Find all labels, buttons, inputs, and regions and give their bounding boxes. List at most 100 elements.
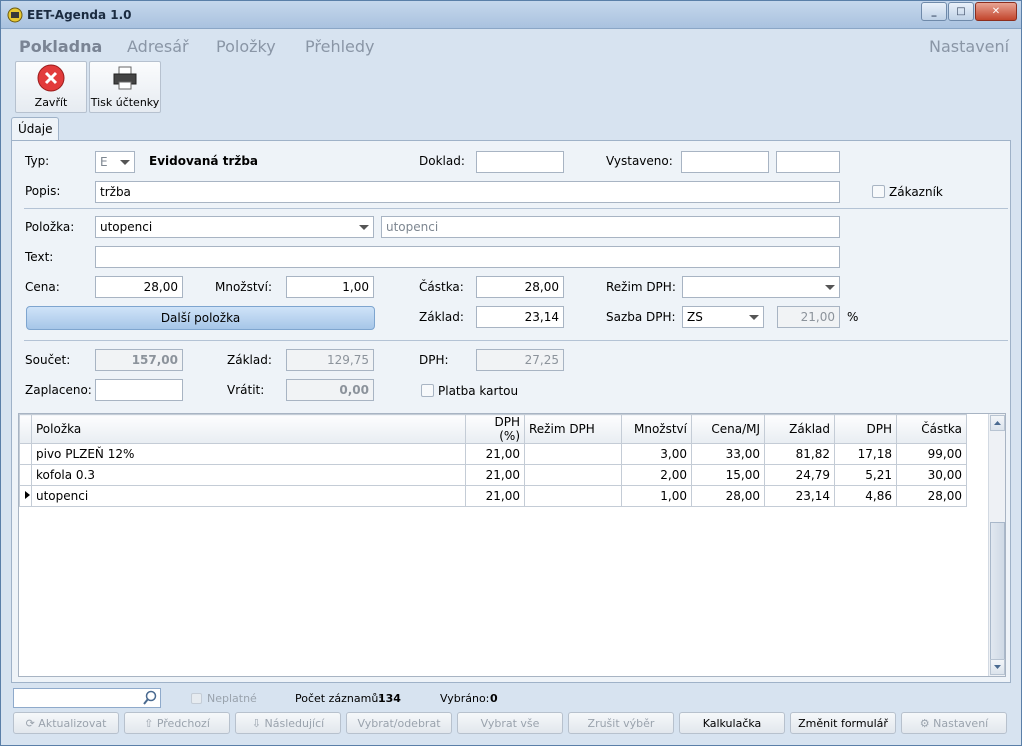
close-button[interactable]: Zavřít xyxy=(15,61,87,113)
cell-zaklad[interactable]: 81,82 xyxy=(764,443,835,465)
clear-selection-button[interactable]: Zrušit výběr xyxy=(568,712,674,734)
menu-nastaveni[interactable]: Nastavení xyxy=(929,37,1009,56)
column-header[interactable]: Částka xyxy=(896,414,967,444)
cell-cena[interactable]: 15,00 xyxy=(691,464,765,486)
column-header[interactable]: Režim DPH xyxy=(524,414,622,444)
close-window-button[interactable]: ✕ xyxy=(975,2,1017,21)
refresh-button[interactable]: ⟳ Aktualizovat xyxy=(13,712,119,734)
mnozstvi-input[interactable]: 1,00 xyxy=(286,276,374,298)
menu-polozky[interactable]: Položky xyxy=(216,37,276,56)
castka-input[interactable]: 28,00 xyxy=(476,276,564,298)
app-logo-icon xyxy=(7,7,23,23)
print-receipt-button[interactable]: Tisk účtenky xyxy=(89,61,161,113)
next-button[interactable]: ⇩ Následující xyxy=(235,712,341,734)
rezim-dph-select[interactable] xyxy=(682,276,840,298)
cell-zaklad[interactable]: 24,79 xyxy=(764,464,835,486)
selected-count-value: 0 xyxy=(490,692,498,705)
cell-dph-pct[interactable]: 21,00 xyxy=(465,443,525,465)
zaklad-input[interactable]: 23,14 xyxy=(476,306,564,328)
cell-polozka[interactable]: utopenci xyxy=(31,485,466,507)
row-indicator xyxy=(19,485,32,507)
cell-dph-pct[interactable]: 21,00 xyxy=(465,464,525,486)
column-header[interactable]: DPH xyxy=(834,414,897,444)
table-row[interactable]: pivo PLZEŇ 12% 21,00 3,00 33,00 81,82 17… xyxy=(19,443,967,465)
text-input[interactable] xyxy=(95,246,840,268)
previous-button[interactable]: ⇧ Předchozí xyxy=(124,712,230,734)
divider xyxy=(24,208,1008,209)
arrow-down-icon: ⇩ xyxy=(251,717,261,730)
cell-castka[interactable]: 28,00 xyxy=(896,485,967,507)
divider xyxy=(24,340,1008,341)
scroll-thumb[interactable] xyxy=(990,522,1005,660)
next-item-button[interactable]: Další položka xyxy=(26,306,375,330)
menu-adresar[interactable]: Adresář xyxy=(127,37,189,56)
soucet-field: 157,00 xyxy=(95,349,183,371)
cell-polozka[interactable]: kofola 0.3 xyxy=(31,464,466,486)
cell-cena[interactable]: 28,00 xyxy=(691,485,765,507)
items-grid: Položka DPH (%) Režim DPH Množství Cena/… xyxy=(18,413,1006,677)
soucet-label: Součet: xyxy=(25,353,71,367)
cell-rezim[interactable] xyxy=(524,485,622,507)
column-header[interactable]: Základ xyxy=(764,414,835,444)
maximize-button[interactable]: □ xyxy=(948,2,974,21)
cell-castka[interactable]: 99,00 xyxy=(896,443,967,465)
zakaznik-checkbox[interactable] xyxy=(872,185,885,198)
cell-rezim[interactable] xyxy=(524,443,622,465)
cell-dph[interactable]: 17,18 xyxy=(834,443,897,465)
table-row[interactable]: kofola 0.3 21,00 2,00 15,00 24,79 5,21 3… xyxy=(19,464,967,486)
column-header[interactable]: DPH (%) xyxy=(465,414,525,444)
platba-kartou-checkbox[interactable] xyxy=(421,384,434,397)
vystaveno-time-input[interactable] xyxy=(776,151,840,173)
change-form-button[interactable]: Změnit formulář xyxy=(790,712,896,734)
popis-input[interactable]: tržba xyxy=(95,181,840,203)
zaplaceno-label: Zaplaceno: xyxy=(25,383,92,397)
tab-udaje[interactable]: Údaje xyxy=(11,117,59,141)
menu-prehledy[interactable]: Přehledy xyxy=(305,37,375,56)
column-header[interactable]: Množství xyxy=(621,414,692,444)
rezim-dph-label: Režim DPH: xyxy=(606,280,676,294)
search-icon[interactable] xyxy=(142,690,158,706)
zaklad-total-field: 129,75 xyxy=(286,349,374,371)
previous-button-label: Předchozí xyxy=(156,717,210,730)
platba-kartou-label: Platba kartou xyxy=(438,384,519,398)
cell-mnozstvi[interactable]: 2,00 xyxy=(621,464,692,486)
calculator-button[interactable]: Kalkulačka xyxy=(679,712,785,734)
zaplaceno-input[interactable] xyxy=(95,379,183,401)
sazba-dph-select[interactable]: ZS xyxy=(682,306,764,328)
polozka-select[interactable]: utopenci xyxy=(95,216,374,238)
select-all-button[interactable]: Vybrat vše xyxy=(457,712,563,734)
grid-scrollbar[interactable] xyxy=(988,414,1005,676)
cell-dph[interactable]: 4,86 xyxy=(834,485,897,507)
record-count-label: Počet záznamů: xyxy=(295,692,382,705)
cell-castka[interactable]: 30,00 xyxy=(896,464,967,486)
scroll-down-button[interactable] xyxy=(990,659,1005,675)
doklad-input[interactable] xyxy=(476,151,564,173)
cell-cena[interactable]: 33,00 xyxy=(691,443,765,465)
typ-description: Evidovaná tržba xyxy=(149,154,259,168)
cell-zaklad[interactable]: 23,14 xyxy=(764,485,835,507)
table-row[interactable]: utopenci 21,00 1,00 28,00 23,14 4,86 28,… xyxy=(19,485,967,507)
scroll-up-button[interactable] xyxy=(990,415,1005,431)
column-header[interactable]: Položka xyxy=(31,414,466,444)
cell-rezim[interactable] xyxy=(524,464,622,486)
vystaveno-date-input[interactable] xyxy=(681,151,769,173)
settings-button[interactable]: ⚙ Nastavení xyxy=(901,712,1007,734)
menu-pokladna[interactable]: Pokladna xyxy=(19,37,102,56)
search-input[interactable] xyxy=(13,688,161,708)
typ-label: Typ: xyxy=(25,154,50,168)
cell-dph-pct[interactable]: 21,00 xyxy=(465,485,525,507)
sazba-dph-value: ZS xyxy=(687,310,703,324)
cell-polozka[interactable]: pivo PLZEŇ 12% xyxy=(31,443,466,465)
select-toggle-button[interactable]: Vybrat/odebrat xyxy=(346,712,452,734)
app-window: EET-Agenda 1.0 _ □ ✕ Pokladna Adresář Po… xyxy=(0,0,1022,746)
cell-dph[interactable]: 5,21 xyxy=(834,464,897,486)
polozka-name-field[interactable]: utopenci xyxy=(381,216,840,238)
cena-input[interactable]: 28,00 xyxy=(95,276,183,298)
neplatne-checkbox[interactable] xyxy=(191,693,202,704)
cell-mnozstvi[interactable]: 1,00 xyxy=(621,485,692,507)
minimize-button[interactable]: _ xyxy=(921,2,947,21)
cell-mnozstvi[interactable]: 3,00 xyxy=(621,443,692,465)
column-header[interactable]: Cena/MJ xyxy=(691,414,765,444)
typ-select[interactable]: E xyxy=(95,151,135,173)
zaklad-total-label: Základ: xyxy=(227,353,272,367)
